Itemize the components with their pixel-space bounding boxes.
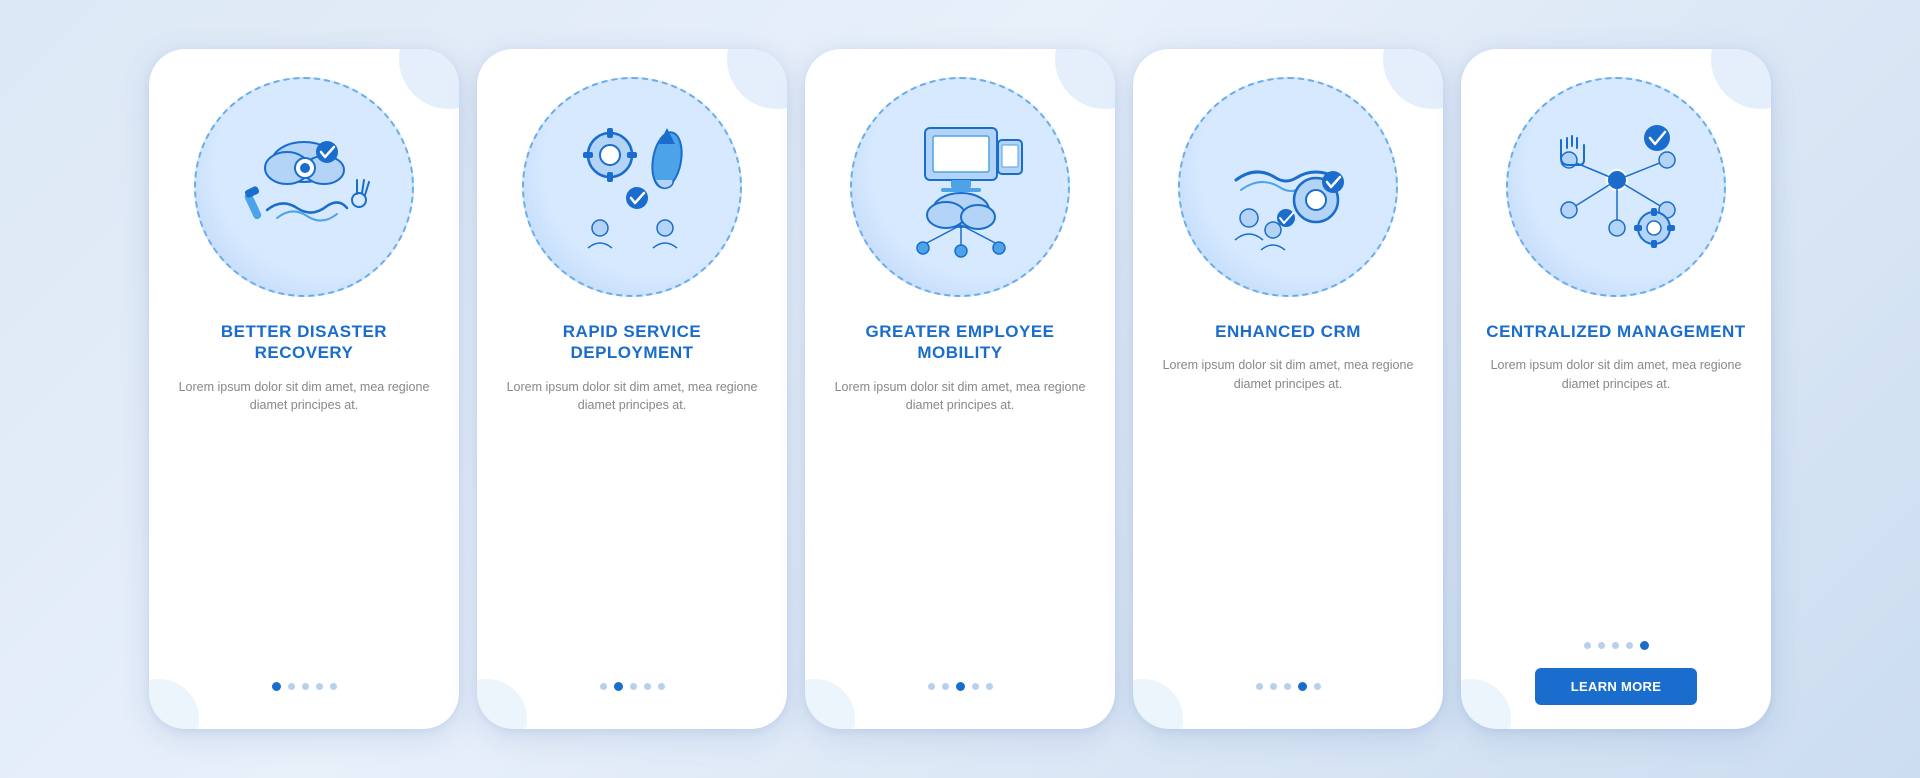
card-4-dots — [1256, 682, 1321, 691]
dot-5 — [986, 683, 993, 690]
dot-2 — [1598, 642, 1605, 649]
card-1-body: Lorem ipsum dolor sit dim amet, mea regi… — [173, 378, 435, 665]
dot-4 — [972, 683, 979, 690]
dot-4 — [316, 683, 323, 690]
card-2-body: Lorem ipsum dolor sit dim amet, mea regi… — [501, 378, 763, 665]
card-5-dots — [1584, 641, 1649, 650]
dot-4 — [1626, 642, 1633, 649]
dot-4 — [1298, 682, 1307, 691]
card-2-title: RAPID SERVICE DEPLOYMENT — [501, 321, 763, 364]
card-5-title: CENTRALIZED MANAGEMENT — [1486, 321, 1745, 342]
dot-1 — [928, 683, 935, 690]
dot-2 — [614, 682, 623, 691]
card-4-body: Lorem ipsum dolor sit dim amet, mea regi… — [1157, 356, 1419, 664]
dot-3 — [956, 682, 965, 691]
card-2-dots — [600, 682, 665, 691]
dot-1 — [1256, 683, 1263, 690]
dot-5 — [1314, 683, 1321, 690]
card-enhanced-crm: ENHANCED CRM Lorem ipsum dolor sit dim a… — [1133, 49, 1443, 729]
dot-2 — [288, 683, 295, 690]
dot-5 — [658, 683, 665, 690]
illustration-employee-mobility — [850, 77, 1070, 297]
dot-3 — [302, 683, 309, 690]
illustration-disaster-recovery — [194, 77, 414, 297]
learn-more-button[interactable]: LEARN MORE — [1535, 668, 1697, 705]
illustration-rapid-deployment — [522, 77, 742, 297]
dot-3 — [630, 683, 637, 690]
card-3-body: Lorem ipsum dolor sit dim amet, mea regi… — [829, 378, 1091, 665]
card-1-dots — [272, 682, 337, 691]
dot-5 — [330, 683, 337, 690]
card-disaster-recovery: BETTER DISASTER RECOVERY Lorem ipsum dol… — [149, 49, 459, 729]
dot-3 — [1284, 683, 1291, 690]
dot-1 — [272, 682, 281, 691]
dot-1 — [1584, 642, 1591, 649]
dot-3 — [1612, 642, 1619, 649]
dot-5 — [1640, 641, 1649, 650]
card-centralized-management: CENTRALIZED MANAGEMENT Lorem ipsum dolor… — [1461, 49, 1771, 729]
dot-2 — [942, 683, 949, 690]
card-5-body: Lorem ipsum dolor sit dim amet, mea regi… — [1485, 356, 1747, 623]
dot-2 — [1270, 683, 1277, 690]
card-rapid-deployment: RAPID SERVICE DEPLOYMENT Lorem ipsum dol… — [477, 49, 787, 729]
dot-1 — [600, 683, 607, 690]
card-3-title: GREATER EMPLOYEE MOBILITY — [829, 321, 1091, 364]
cards-container: BETTER DISASTER RECOVERY Lorem ipsum dol… — [109, 19, 1811, 759]
illustration-centralized-management — [1506, 77, 1726, 297]
dot-4 — [644, 683, 651, 690]
card-1-title: BETTER DISASTER RECOVERY — [173, 321, 435, 364]
card-employee-mobility: GREATER EMPLOYEE MOBILITY Lorem ipsum do… — [805, 49, 1115, 729]
card-4-title: ENHANCED CRM — [1215, 321, 1361, 342]
card-3-dots — [928, 682, 993, 691]
illustration-enhanced-crm — [1178, 77, 1398, 297]
